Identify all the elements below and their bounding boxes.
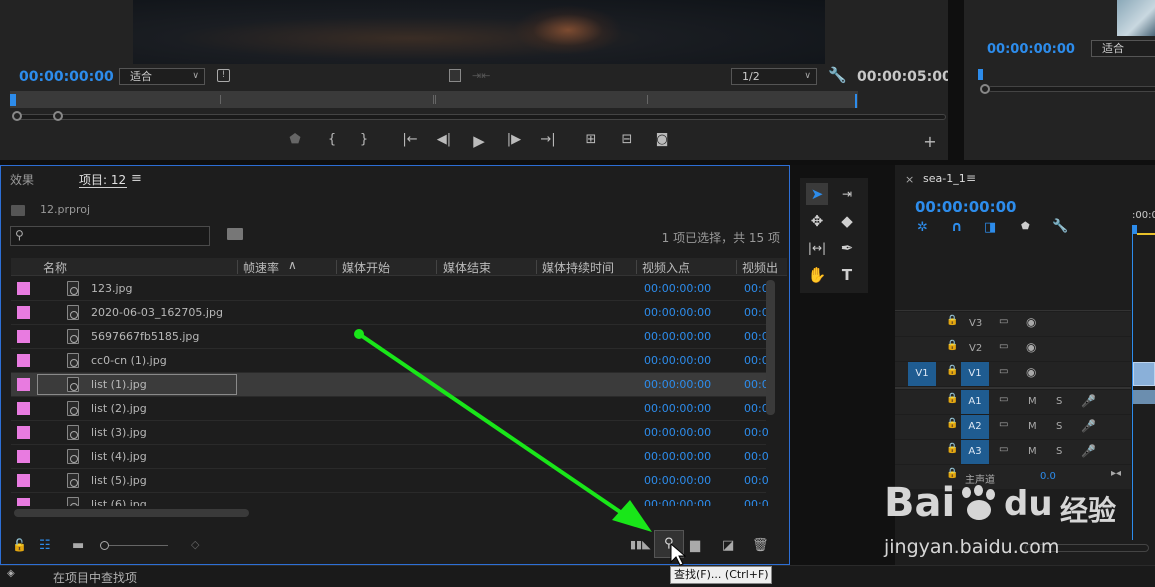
arrow-line xyxy=(357,332,634,522)
arrow-head xyxy=(612,500,652,532)
baidu-watermark: Bai du 经验 jingyan.baidu.com xyxy=(884,480,1155,565)
watermark-brand-suffix: du xyxy=(1004,484,1053,524)
paw-logo-icon xyxy=(960,485,1000,523)
watermark-brand: Bai xyxy=(884,480,956,526)
watermark-url: jingyan.baidu.com xyxy=(884,536,1060,558)
watermark-brand-cn: 经验 xyxy=(1060,494,1117,527)
mouse-cursor-icon xyxy=(670,543,686,566)
